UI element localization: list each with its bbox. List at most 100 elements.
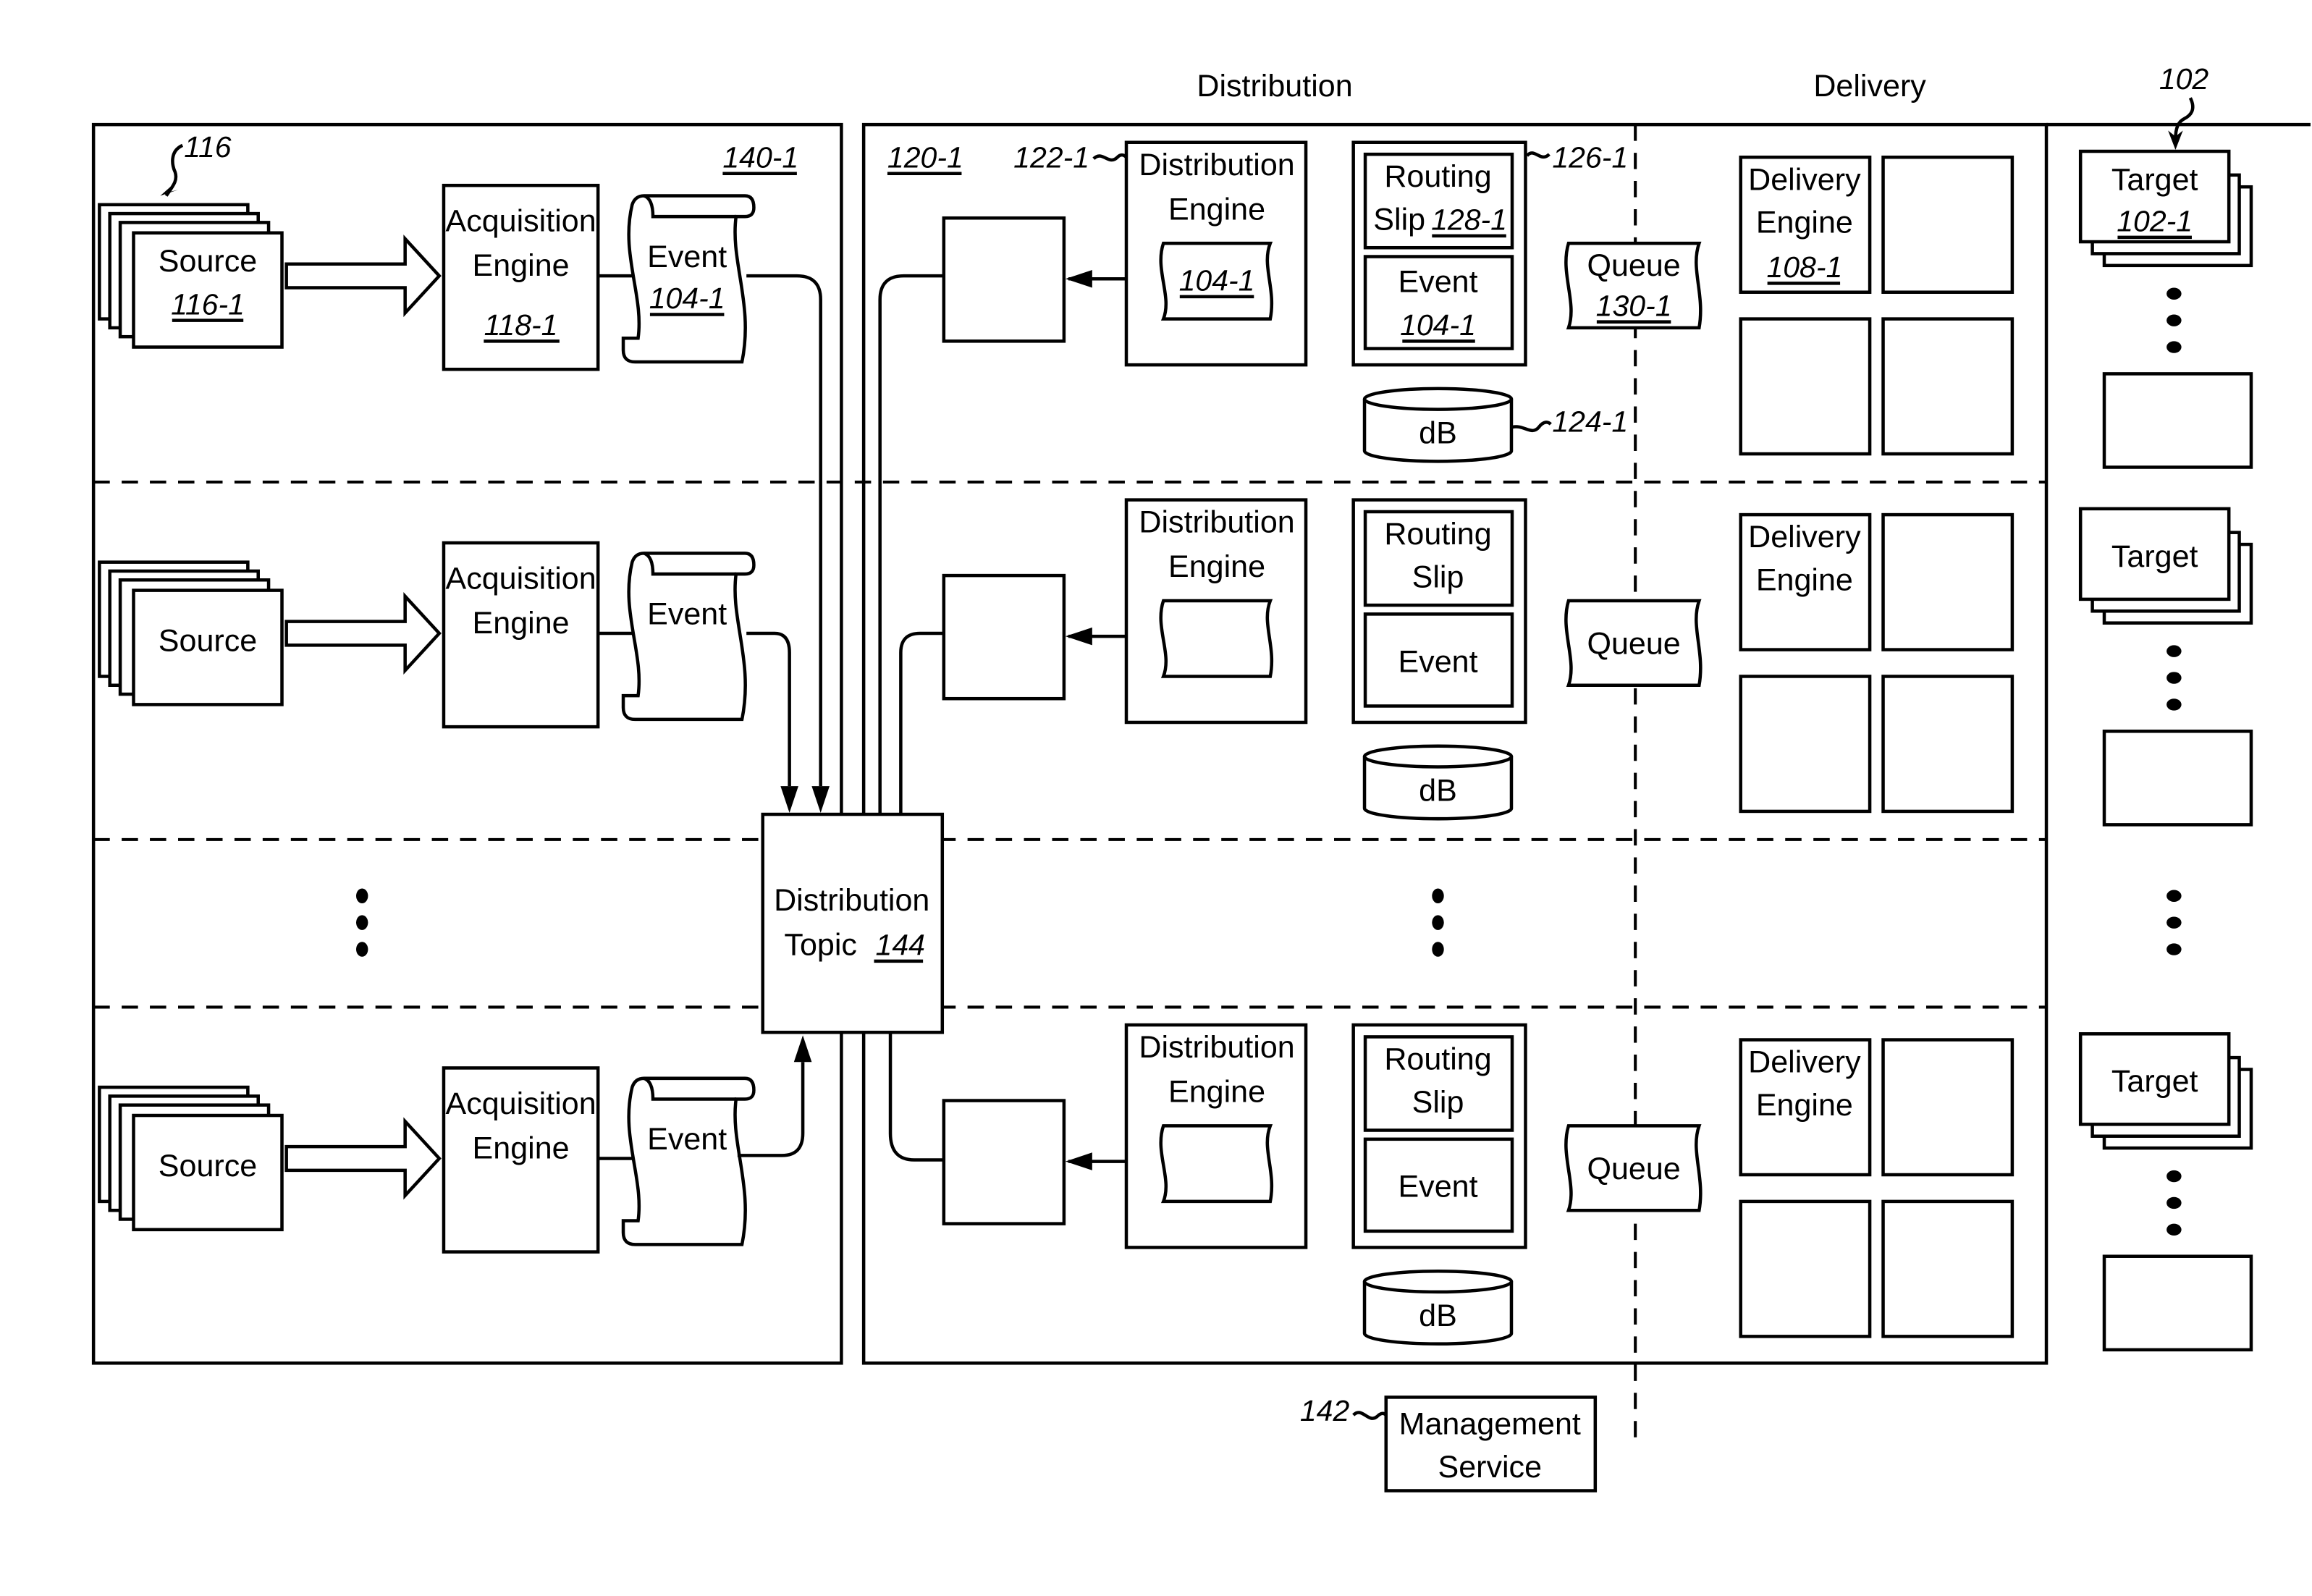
queue-label: Queue <box>1587 1152 1681 1186</box>
acquisition-engine-line2: Engine <box>473 1131 570 1165</box>
db-ref: 124-1 <box>1552 405 1628 438</box>
delivery-engine-slot[interactable] <box>1881 512 2014 651</box>
source-label: Source <box>159 624 257 659</box>
database-label: dB <box>1419 1299 1457 1333</box>
event-document[interactable]: Event <box>621 1076 756 1246</box>
database[interactable]: dB <box>1362 744 1514 821</box>
target-stack[interactable]: Target <box>2078 507 2253 625</box>
delivery-engine-line1: Delivery <box>1748 520 1861 554</box>
acquisition-panel-ref: 140-1 <box>722 141 798 174</box>
routing-slip-line2: Slip <box>1373 203 1425 237</box>
management-service-ref: 142 <box>1300 1394 1350 1427</box>
target-label: Target <box>2111 1064 2198 1099</box>
source-label: Source <box>159 244 257 279</box>
source-stack[interactable]: Source <box>98 1085 284 1232</box>
management-service-line2: Service <box>1438 1450 1543 1485</box>
routing-event-label: Event <box>1398 644 1477 679</box>
routing-slip-line2: Slip <box>1412 560 1464 595</box>
header-delivery: Delivery <box>1813 69 1926 104</box>
target-slot[interactable] <box>2102 730 2253 827</box>
header-distribution: Distribution <box>1197 69 1352 104</box>
ellipsis-acquisition <box>356 888 368 957</box>
routing-container[interactable]: Routing Slip Event <box>1351 1023 1527 1249</box>
database[interactable]: dB <box>1362 1269 1514 1346</box>
routing-event-label: Event <box>1398 265 1477 300</box>
distribution-engine-line2: Engine <box>1168 549 1265 584</box>
distribution-engine-ref: 122-1 <box>1013 141 1089 174</box>
acquisition-engine[interactable]: Acquisition Engine <box>442 541 600 729</box>
queue-label: Queue <box>1587 248 1681 283</box>
target-slot[interactable] <box>2102 372 2253 469</box>
distribution-engine-line1: Distribution <box>1139 148 1294 182</box>
delivery-engine-slot[interactable] <box>1881 1199 2014 1338</box>
distribution-buffer[interactable] <box>942 573 1066 701</box>
database[interactable]: dB <box>1362 387 1514 463</box>
event-document[interactable]: Event <box>621 552 756 722</box>
target-label: Target <box>2111 539 2198 574</box>
distribution-topic-ref: 144 <box>876 929 925 962</box>
distribution-topic[interactable]: Distribution Topic 144 <box>761 812 945 1034</box>
delivery-engine-slot[interactable] <box>1881 155 2014 294</box>
event-label: Event <box>647 240 727 274</box>
delivery-engine-line2: Engine <box>1756 563 1853 598</box>
management-service-line1: Management <box>1399 1407 1581 1442</box>
routing-slip-line1: Routing <box>1384 159 1491 194</box>
acquisition-engine-ref: 118-1 <box>484 308 558 342</box>
target-ellipsis <box>2167 1170 2182 1236</box>
acquisition-engine-line1: Acquisition <box>445 1086 596 1121</box>
ellipsis-distribution <box>1432 888 1444 957</box>
distribution-engine-event[interactable] <box>1159 1124 1274 1204</box>
delivery-engine-slot[interactable] <box>1881 1038 2014 1177</box>
target-ellipsis <box>2167 645 2182 711</box>
source-stack[interactable]: Source 116-1 <box>98 203 284 349</box>
distribution-topic-line2: Topic <box>784 928 856 963</box>
acquisition-engine-line2: Engine <box>473 606 570 641</box>
ellipsis-targets <box>2167 890 2182 955</box>
svg-text:102: 102 <box>2159 62 2209 96</box>
distribution-buffer[interactable] <box>942 216 1066 343</box>
delivery-engine-slot[interactable] <box>1739 1199 1872 1338</box>
routing-slip-line1: Routing <box>1384 1042 1491 1077</box>
database-label: dB <box>1419 416 1457 451</box>
delivery-engine-slot[interactable] <box>1739 317 1872 456</box>
acquisition-engine-line2: Engine <box>473 248 570 283</box>
distribution-engine[interactable]: Distribution Engine 104-1 <box>1124 140 1308 367</box>
queue[interactable]: Queue 130-1 <box>1564 241 1703 330</box>
acquisition-engine-line1: Acquisition <box>445 204 596 239</box>
target-slot[interactable] <box>2102 1254 2253 1352</box>
queue-ref: 130-1 <box>1596 289 1672 322</box>
target-group-ref: 102 <box>2159 62 2209 150</box>
event-label: Event <box>647 597 727 632</box>
delivery-engine-slot[interactable] <box>1881 317 2014 456</box>
distribution-engine-line1: Distribution <box>1139 1030 1294 1065</box>
target-ref: 102-1 <box>2117 205 2193 238</box>
event-document[interactable]: Event 104-1 <box>621 194 756 364</box>
management-service[interactable]: Management Service <box>1384 1396 1598 1492</box>
acquisition-engine[interactable]: Acquisition Engine <box>442 1066 600 1254</box>
delivery-engine-line2: Engine <box>1756 1088 1853 1123</box>
target-label: Target <box>2111 162 2198 197</box>
delivery-engine-slot[interactable] <box>1881 675 2014 814</box>
delivery-engine-slot[interactable] <box>1739 675 1872 814</box>
target-stack[interactable]: Target 102-1 <box>2078 149 2253 268</box>
event-label: Event <box>647 1122 727 1157</box>
delivery-engine-ref: 108-1 <box>1766 250 1842 284</box>
routing-container[interactable]: Routing Slip Event <box>1351 498 1527 725</box>
source-ref: 116-1 <box>171 287 245 321</box>
routing-slip-line2: Slip <box>1412 1085 1464 1120</box>
distribution-engine[interactable]: Distribution Engine <box>1124 498 1308 725</box>
routing-event-ref: 104-1 <box>1400 308 1476 342</box>
acquisition-engine[interactable]: Acquisition Engine 118-1 <box>442 183 600 371</box>
distribution-engine[interactable]: Distribution Engine <box>1124 1023 1308 1249</box>
queue[interactable]: Queue <box>1564 599 1703 688</box>
target-stack[interactable]: Target <box>2078 1032 2253 1150</box>
distribution-engine-event[interactable] <box>1159 599 1274 678</box>
distribution-buffer[interactable] <box>942 1099 1066 1225</box>
routing-container[interactable]: Routing Slip 128-1 Event 104-1 <box>1351 140 1527 367</box>
source-stack[interactable]: Source <box>98 560 284 706</box>
queue[interactable]: Queue <box>1564 1124 1703 1212</box>
delivery-engine-line2: Engine <box>1756 206 1853 240</box>
distribution-engine-event-ref: 104-1 <box>1179 264 1255 297</box>
target-ellipsis <box>2167 287 2182 353</box>
distribution-topic-line1: Distribution <box>774 883 929 918</box>
